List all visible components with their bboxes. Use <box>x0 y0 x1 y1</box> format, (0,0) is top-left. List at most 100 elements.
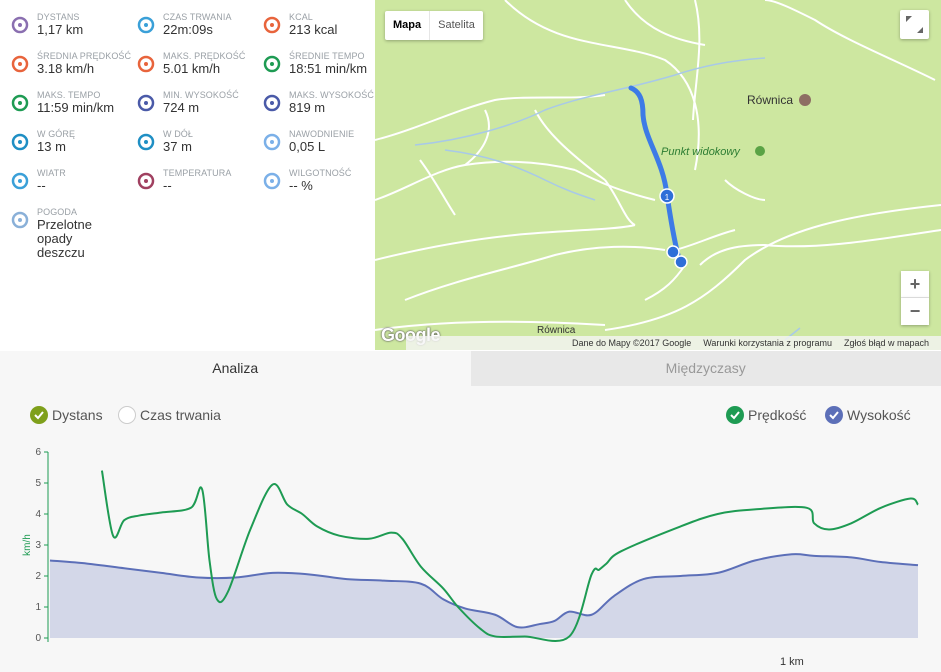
stat-value: 5.01 km/h <box>163 61 221 76</box>
stat-value: 213 kcal <box>289 22 338 37</box>
y-axis-label: km/h <box>22 534 33 556</box>
stat-value: 22m:09s <box>163 22 213 37</box>
y-tick-label: 0 <box>35 633 41 644</box>
map-type-map-button[interactable]: Mapa <box>385 11 431 40</box>
stat-value: -- % <box>289 178 313 193</box>
stat-value: 0,05 L <box>289 139 326 154</box>
stat-flame: KCAL 213 kcal <box>252 10 374 46</box>
speedometer-max-icon <box>137 55 155 73</box>
stat-label: ŚREDNIE TEMPO <box>289 51 365 61</box>
distance-pin-icon <box>11 16 29 34</box>
thermometer-icon <box>137 172 155 190</box>
map-footer: Dane do Mapy ©2017 Google Warunki korzys… <box>406 336 941 350</box>
map-panel[interactable]: 1 Równica Punkt widokowy Równica Mapa Sa… <box>375 0 941 350</box>
stat-label: WILGOTNOŚĆ <box>289 168 352 178</box>
wind-icon <box>11 172 29 190</box>
y-tick-label: 2 <box>35 571 41 582</box>
speed-elevation-chart[interactable]: 0 1 2 3 4 5 6 km/h 1 km <box>0 386 941 672</box>
stat-label: POGODA <box>37 207 78 217</box>
stat-descent: W DÓŁ 37 m <box>126 127 248 163</box>
water-drops-icon <box>263 133 281 151</box>
ascent-icon <box>11 133 29 151</box>
y-tick-label: 5 <box>35 478 41 489</box>
stat-value: 13 m <box>37 139 66 154</box>
map-canvas[interactable]: 1 Równica Punkt widokowy Równica <box>375 0 941 350</box>
stat-speedometer-max: MAKS. PRĘDKOŚĆ 5.01 km/h <box>126 49 248 85</box>
stat-value: 724 m <box>163 100 200 115</box>
stat-label: MAKS. TEMPO <box>37 90 101 100</box>
stopwatch-icon <box>137 16 155 34</box>
stat-ascent: W GÓRĘ 13 m <box>0 127 122 163</box>
tab-bar: Analiza Międzyczasy <box>0 351 941 386</box>
map-type-satellite-button[interactable]: Satelita <box>430 11 483 40</box>
viewpoint-icon <box>755 146 765 156</box>
y-tick-label: 4 <box>35 509 41 520</box>
stat-distance-pin: DYSTANS 1,17 km <box>0 10 122 46</box>
stats-panel: DYSTANS 1,17 km CZAS TRWANIA 22m:09s KCAL 213… <box>0 0 375 350</box>
stat-label: KCAL <box>289 12 313 22</box>
stat-label: MAKS. PRĘDKOŚĆ <box>163 51 246 61</box>
stat-label: NAWODNIENIE <box>289 129 355 139</box>
map-terms-link[interactable]: Warunki korzystania z programu <box>697 338 838 348</box>
speedometer-icon <box>11 55 29 73</box>
stat-label: W DÓŁ <box>163 129 194 139</box>
mountain-max-icon <box>263 94 281 112</box>
stat-value: 18:51 min/km <box>289 61 368 76</box>
stat-mountain-max: MAKS. WYSOKOŚĆ 819 m <box>252 88 374 124</box>
stat-pace: ŚREDNIE TEMPO 18:51 min/km <box>252 49 374 85</box>
stat-value: -- <box>37 178 46 193</box>
map-report-link[interactable]: Zgłoś błąd w mapach <box>838 338 935 348</box>
y-tick-label: 6 <box>35 447 41 458</box>
elevation-area <box>50 554 918 638</box>
x-tick-label: 1 km <box>780 656 804 668</box>
stat-label: CZAS TRWANIA <box>163 12 232 22</box>
start-pin-icon[interactable] <box>666 245 680 259</box>
stat-value: 3.18 km/h <box>37 61 95 76</box>
stat-pace-max: MAKS. TEMPO 11:59 min/km <box>0 88 122 124</box>
km-marker-label: 1 <box>665 193 670 202</box>
stat-label: DYSTANS <box>37 12 80 22</box>
stat-stopwatch: CZAS TRWANIA 22m:09s <box>126 10 248 46</box>
stat-label: MIN. WYSOKOŚĆ <box>163 90 239 100</box>
place-label-rownica: Równica <box>747 93 793 107</box>
stat-label: WIATR <box>37 168 66 178</box>
stat-value: 11:59 min/km <box>37 100 115 115</box>
flame-icon <box>263 16 281 34</box>
fullscreen-icon <box>906 16 923 33</box>
pace-icon <box>263 55 281 73</box>
map-data-credit: Dane do Mapy ©2017 Google <box>572 338 692 348</box>
hut-icon <box>799 94 811 106</box>
stat-rain-cloud: POGODA Przelotne opady deszczu <box>0 205 122 260</box>
stat-thermometer: TEMPERATURA -- <box>126 166 248 202</box>
pace-max-icon <box>11 94 29 112</box>
fullscreen-button[interactable] <box>900 10 929 39</box>
y-tick-label: 1 <box>35 602 41 613</box>
place-label-rownica-2: Równica <box>537 325 576 336</box>
zoom-out-button[interactable]: − <box>901 298 929 325</box>
mountain-min-icon <box>137 94 155 112</box>
stat-speedometer: ŚREDNIA PRĘDKOŚĆ 3.18 km/h <box>0 49 131 85</box>
stat-wind: WIATR -- <box>0 166 122 202</box>
top-section: DYSTANS 1,17 km CZAS TRWANIA 22m:09s KCAL 213… <box>0 0 941 350</box>
stat-value: Przelotne opady deszczu <box>37 217 92 260</box>
stat-label: ŚREDNIA PRĘDKOŚĆ <box>37 51 132 61</box>
descent-icon <box>137 133 155 151</box>
stat-mountain-min: MIN. WYSOKOŚĆ 724 m <box>126 88 248 124</box>
zoom-in-button[interactable]: + <box>901 271 929 298</box>
end-pin-icon[interactable] <box>674 255 688 269</box>
stat-value: 1,17 km <box>37 22 84 37</box>
tab-analysis[interactable]: Analiza <box>0 351 471 386</box>
stat-label: TEMPERATURA <box>163 168 232 178</box>
rain-cloud-icon <box>11 211 29 229</box>
map-type-switch: Mapa Satelita <box>385 11 483 40</box>
route-track <box>628 85 681 258</box>
stat-humidity: WILGOTNOŚĆ -- % <box>252 166 374 202</box>
tab-splits[interactable]: Międzyczasy <box>470 351 941 386</box>
stat-value: -- <box>163 178 172 193</box>
place-label-viewpoint: Punkt widokowy <box>661 146 741 158</box>
stat-water-drops: NAWODNIENIE 0,05 L <box>252 127 374 163</box>
y-tick-label: 3 <box>35 540 41 551</box>
analysis-panel: Dystans Czas trwania Prędkość Wysokość 0… <box>0 386 941 672</box>
stat-label: W GÓRĘ <box>37 129 76 139</box>
humidity-icon <box>263 172 281 190</box>
